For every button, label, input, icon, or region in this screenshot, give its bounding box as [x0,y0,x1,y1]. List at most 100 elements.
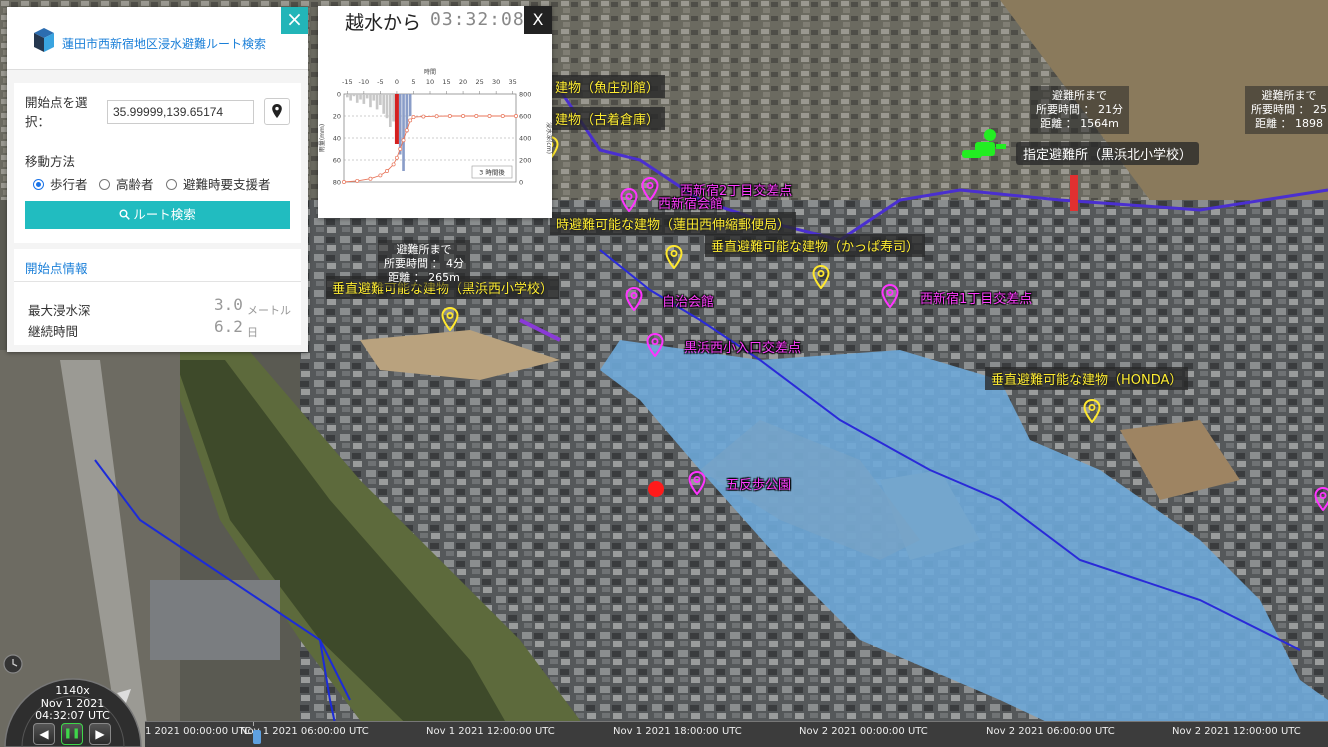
magenta-map-pin-icon[interactable] [688,471,706,495]
x-tick-label: 10 [426,78,434,86]
rain-bar [352,94,356,97]
duration-value: 6.2 [214,317,243,336]
mode-radio-elderly[interactable]: 高齢者 [99,174,154,193]
route-info-callout: 避難所まで 所要時間 ： 21分 距離 ： 1564m [1030,86,1129,134]
map-label-building: 時避難可能な建物（蓮田西伸縮郵便局） [550,212,797,235]
x-tick-label: 0 [395,78,399,86]
yellow-map-pin-icon[interactable] [665,245,683,269]
x-tick-label: 35 [509,78,517,86]
animation-widget: 1140x Nov 1 2021 04:32:07 UTC ◀ ❚❚ ▶ [0,651,145,747]
timeline-scrubber[interactable] [253,730,261,744]
yellow-map-pin-icon[interactable] [812,265,830,289]
magenta-map-pin-icon[interactable] [625,287,643,311]
magenta-map-pin-icon[interactable] [641,177,659,201]
travel-mode-title: 移動方法 [25,154,76,169]
map-pin-icon [272,104,282,118]
right-tick-label: 800 [519,91,531,99]
chart-header: 越水から 03:32:08 X [318,6,552,36]
map-label-landmark: 五反歩公園 [726,478,792,493]
timeline-label: Nov 1 2021 18:00:00 UTC [613,726,742,737]
start-point-label: 開始点を選択： [25,95,88,129]
animation-time: 04:32:07 UTC [35,709,110,722]
locate-button[interactable] [264,98,290,125]
route-search-panel: 蓮田市西新宿地区浸水避難ルート検索 × 開始点を選択： 移動方法 歩行者 高齢者… [7,7,308,352]
right-tick-label: 600 [519,113,531,121]
start-point-input[interactable] [107,100,254,124]
radio-empty-icon [99,179,110,190]
rain-bar [345,94,349,98]
depth-point [368,176,373,181]
rewind-button[interactable]: ◀ [33,723,55,745]
depth-point [398,147,403,151]
mode-radio-pedestrian[interactable]: 歩行者 [33,174,88,193]
route-info-callout: 避難所まで 所要時間 ： 25 距離 ： 1898 [1245,86,1328,134]
info-title: 開始点情報 [25,261,88,276]
depth-point [474,114,479,118]
duration-label: 継続時間 [28,324,79,339]
current-time-marker [394,94,399,144]
map-label-landmark: 西新宿会館 [658,197,724,212]
left-tick-label: 60 [333,157,341,165]
pause-button[interactable]: ❚❚ [61,723,83,745]
depth-point [434,114,439,119]
timeline-label: 1 2021 00:00:00 UTC [145,726,252,737]
map-label-building: 建物（古着倉庫） [549,107,666,130]
map-label-shelter: 指定避難所（黒浜北小学校） [1016,142,1200,165]
rain-bar [402,94,405,171]
depth-point [408,118,413,123]
map-label-landmark: 西新宿1丁目交差点 [920,292,1033,307]
x-tick-label: 30 [492,78,500,86]
close-button[interactable]: × [281,7,308,34]
route-search-button[interactable]: ルート検索 [25,201,290,229]
radio-selected-icon [33,179,44,190]
rain-bar [408,94,412,116]
map-label-landmark: 自治会館 [662,295,715,310]
top-axis-label: 時間 [424,68,436,76]
panel-header: 蓮田市西新宿地区浸水避難ルート検索 × [7,7,308,70]
magenta-map-pin-icon[interactable] [1314,487,1328,511]
x-tick-label: -15 [342,78,353,86]
timeline-label: Nov 2 2021 06:00:00 UTC [986,726,1115,737]
map-label-landmark: 黒浜西小入口交差点 [684,341,802,356]
depth-point [411,115,416,120]
x-tick-label: 15 [442,78,450,86]
max-depth-value: 3.0 [214,295,243,314]
x-tick-label: -5 [377,78,383,86]
divider [14,281,301,282]
timeline-label: Nov 1 2021 12:00:00 UTC [426,726,555,737]
rain-bar [385,94,389,119]
magenta-map-pin-icon[interactable] [881,284,899,308]
rain-bar [369,94,372,108]
depth-point [461,114,466,118]
right-axis-label: 浸水深(cm) [545,122,552,154]
left-tick-label: 20 [333,113,341,121]
timeline-label: Nov 2 2021 00:00:00 UTC [799,726,928,737]
x-tick-label: 5 [411,78,415,86]
timeline-bar[interactable]: 1 2021 00:00:00 UTC Nov 1 2021 06:00:00 … [145,721,1328,747]
yellow-map-pin-icon[interactable] [441,307,459,331]
mode-radio-assisted[interactable]: 避難時要支援者 [166,174,271,193]
depth-point [342,180,346,184]
depth-point [421,114,426,119]
magenta-map-pin-icon[interactable] [646,333,664,357]
map-label-building: 建物（魚庄別館） [549,75,666,98]
rain-bar [388,94,392,127]
max-depth-unit: メートル [247,304,291,317]
chart-close-button[interactable]: X [524,6,552,34]
rain-bar [359,94,362,100]
map-label-building: 垂直避難可能な建物（かっぱ寿司） [705,234,926,257]
depth-point [355,178,360,183]
rain-bar [372,94,376,101]
yellow-map-pin-icon[interactable] [1083,399,1101,423]
legend-button-label: 3 時間後 [479,168,505,177]
play-button[interactable]: ▶ [89,723,111,745]
depth-point [378,173,383,178]
depth-point [487,114,492,118]
depth-point [514,114,518,118]
left-tick-label: 0 [337,91,341,99]
depth-point [394,155,399,160]
x-tick-label: 25 [475,78,483,86]
left-axis-label: 雨量(mm) [319,124,326,152]
magenta-map-pin-icon[interactable] [620,188,638,212]
search-form: 開始点を選択： 移動方法 歩行者 高齢者 避難時要支援者 ルート検索 [14,83,301,243]
